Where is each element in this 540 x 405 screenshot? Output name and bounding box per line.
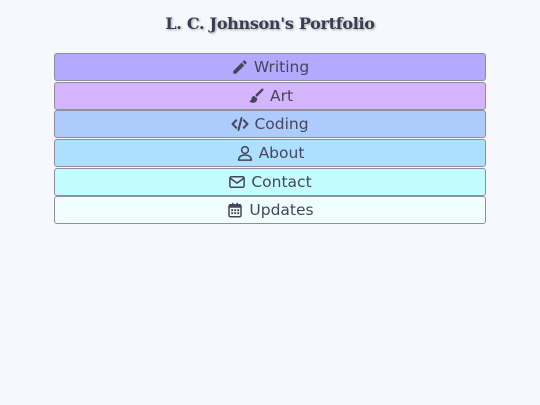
paintbrush-icon (247, 87, 265, 105)
portfolio-menu: Writing Art Coding About Contact Updates (54, 53, 486, 225)
code-icon (231, 115, 249, 133)
page-title: L. C. Johnson's Portfolio (165, 14, 375, 33)
pencil-icon (231, 58, 249, 76)
menu-item-writing[interactable]: Writing (54, 53, 486, 81)
envelope-icon (228, 173, 246, 191)
menu-item-label: Coding (254, 115, 309, 134)
user-icon (236, 144, 254, 162)
menu-item-art[interactable]: Art (54, 81, 486, 110)
menu-item-updates[interactable]: Updates (54, 196, 486, 225)
menu-item-label: Updates (249, 201, 314, 220)
menu-item-label: Art (269, 86, 294, 105)
menu-item-label: Writing (253, 58, 310, 76)
menu-item-label: About (258, 144, 305, 163)
menu-item-about[interactable]: About (54, 139, 486, 168)
menu-item-label: Contact (251, 172, 312, 191)
calendar-icon (226, 201, 244, 219)
menu-item-contact[interactable]: Contact (54, 167, 486, 196)
menu-item-coding[interactable]: Coding (54, 110, 486, 139)
